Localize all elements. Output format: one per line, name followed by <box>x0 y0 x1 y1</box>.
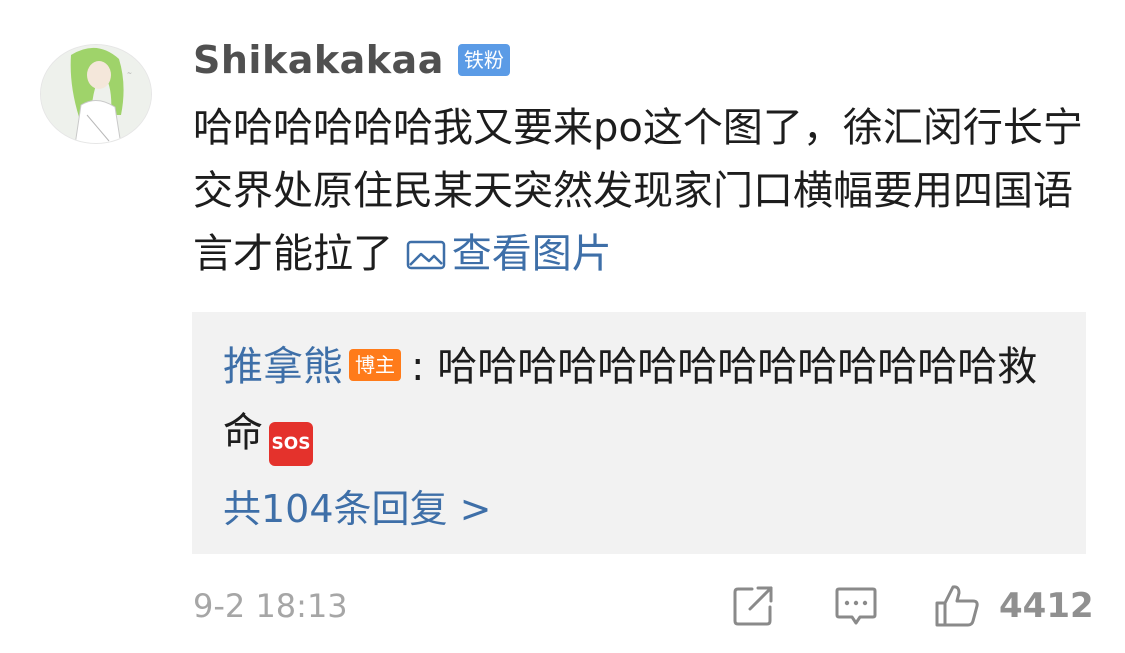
thumbs-up-icon <box>935 585 979 627</box>
reply-author[interactable]: 推拿熊 <box>223 344 343 390</box>
timestamp: 9-2 18:13 <box>193 587 348 625</box>
comment-footer: 9-2 18:13 4412 <box>193 583 1094 629</box>
like-count: 4412 <box>999 586 1094 626</box>
share-icon <box>733 586 773 626</box>
avatar-illustration: ~ <box>41 45 151 143</box>
view-image-label: 查看图片 <box>451 231 612 277</box>
comment-card: ~ Shikakakaa 铁粉 哈哈哈哈哈哈我又要来po这个图了，徐汇闵行长宁交… <box>0 0 1125 653</box>
comment-text: 哈哈哈哈哈哈我又要来po这个图了，徐汇闵行长宁交界处原住民某天突然发现家门口横幅… <box>193 97 1088 286</box>
share-button[interactable] <box>730 583 776 633</box>
fan-badge: 铁粉 <box>457 44 510 76</box>
svg-text:~: ~ <box>127 70 132 77</box>
avatar[interactable]: ~ <box>40 44 152 144</box>
like-button[interactable]: 4412 <box>933 583 1094 629</box>
username-row: Shikakakaa 铁粉 <box>193 36 510 84</box>
image-icon <box>406 240 445 270</box>
reply-text: 推拿熊 博主: 哈哈哈哈哈哈哈哈哈哈哈哈哈哈救命 SOS <box>223 334 1063 466</box>
sos-emoji-icon: SOS <box>269 422 313 466</box>
reply-separator: : <box>411 344 425 390</box>
username[interactable]: Shikakakaa <box>193 38 444 82</box>
host-badge: 博主 <box>349 349 401 381</box>
more-replies-link[interactable]: 共104条回复 > <box>223 478 491 533</box>
reply-button[interactable] <box>833 583 879 633</box>
comment-icon <box>835 587 877 625</box>
view-image-link[interactable]: 查看图片 <box>406 231 612 277</box>
comment-body: 哈哈哈哈哈哈我又要来po这个图了，徐汇闵行长宁交界处原住民某天突然发现家门口横幅… <box>193 105 1083 277</box>
reply-preview[interactable]: 推拿熊 博主: 哈哈哈哈哈哈哈哈哈哈哈哈哈哈救命 SOS 共104条回复 > <box>192 312 1086 554</box>
reply-body: 哈哈哈哈哈哈哈哈哈哈哈哈哈哈救命 <box>223 344 1038 456</box>
